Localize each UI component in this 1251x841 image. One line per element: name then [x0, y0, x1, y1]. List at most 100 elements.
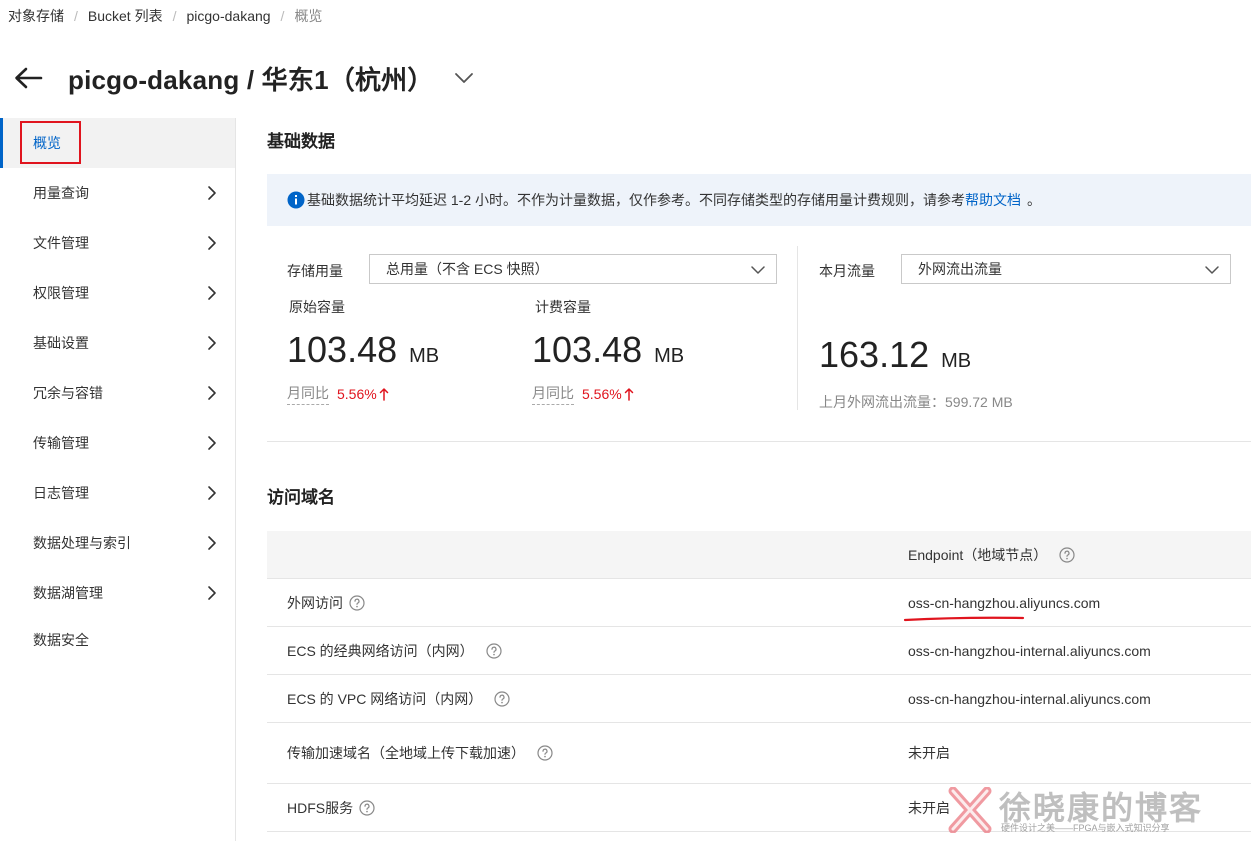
traffic-number: 163.12 — [819, 334, 930, 375]
chevron-down-icon — [751, 266, 765, 274]
yoy-label[interactable]: 月同比 — [532, 383, 574, 405]
help-icon[interactable] — [494, 690, 510, 707]
breadcrumb-separator: / — [172, 8, 177, 24]
up-arrow-icon — [379, 388, 388, 401]
yoy-label[interactable]: 月同比 — [287, 383, 329, 405]
row-endpoint[interactable]: oss-cn-hangzhou-internal.aliyuncs.com — [908, 691, 1151, 707]
sidebar-item-usage[interactable]: 用量查询 — [0, 168, 235, 218]
table-row: 外网访问 oss-cn-hangzhou.aliyuncs.com — [267, 579, 1251, 627]
row-name-text: 传输加速域名（全地域上传下载加速） — [287, 745, 525, 761]
billing-capacity-unit: MB — [654, 345, 685, 367]
help-icon[interactable] — [349, 594, 365, 611]
row-endpoint[interactable]: oss-cn-hangzhou.aliyuncs.com — [908, 595, 1100, 611]
traffic-unit: MB — [941, 350, 972, 372]
sidebar-item-label: 数据湖管理 — [33, 585, 103, 601]
billing-capacity-label: 计费容量 — [535, 299, 591, 315]
yoy-percent: 5.56% — [337, 386, 377, 402]
billing-capacity-number: 103.48 — [532, 329, 643, 370]
original-yoy: 月同比 5.56% — [287, 383, 389, 405]
row-status: 未开启 — [908, 799, 950, 816]
sidebar-item-data-lake[interactable]: 数据湖管理 — [0, 568, 235, 618]
original-capacity-number: 103.48 — [287, 329, 398, 370]
chevron-right-icon — [208, 586, 216, 600]
row-endpoint[interactable]: oss-cn-hangzhou-internal.aliyuncs.com — [908, 643, 1151, 659]
sidebar-item-redundancy[interactable]: 冗余与容错 — [0, 368, 235, 418]
sidebar-item-files[interactable]: 文件管理 — [0, 218, 235, 268]
chevron-down-icon[interactable] — [452, 66, 476, 90]
storage-type-value: 总用量（不含 ECS 快照） — [386, 261, 549, 277]
sidebar-item-label: 基础设置 — [33, 335, 89, 351]
chevron-right-icon — [208, 386, 216, 400]
page-header: picgo-dakang / 华东1（杭州） — [12, 58, 476, 98]
info-icon — [287, 191, 305, 209]
billing-capacity-value: 103.48 MB — [532, 329, 684, 371]
table-row: 传输加速域名（全地域上传下载加速） 未开启 — [267, 723, 1251, 784]
chevron-right-icon — [208, 336, 216, 350]
table-row: ECS 的经典网络访问（内网） oss-cn-hangzhou-internal… — [267, 627, 1251, 675]
row-name: ECS 的经典网络访问（内网） — [287, 641, 502, 661]
monthly-traffic-label: 本月流量 — [819, 263, 875, 279]
section-title-basic: 基础数据 — [267, 132, 335, 151]
row-name: 外网访问 — [287, 593, 365, 613]
sidebar-item-overview[interactable]: 概览 — [0, 118, 235, 168]
row-name-text: ECS 的经典网络访问（内网） — [287, 642, 474, 659]
row-name: 传输加速域名（全地域上传下载加速） — [287, 743, 553, 763]
sidebar-item-data-security[interactable]: 数据安全 — [0, 618, 235, 662]
breadcrumb-item-bucket[interactable]: picgo-dakang — [186, 8, 270, 24]
sidebar-item-label: 传输管理 — [33, 435, 89, 451]
traffic-type-select[interactable]: 外网流出流量 — [901, 254, 1231, 284]
sidebar-item-logs[interactable]: 日志管理 — [0, 468, 235, 518]
sidebar-item-label: 概览 — [33, 135, 61, 151]
breadcrumb-separator: / — [280, 8, 285, 24]
chevron-right-icon — [208, 286, 216, 300]
sidebar: 概览 用量查询 文件管理 权限管理 基础设置 冗余与容错 传输管理 日志管理 数… — [0, 118, 236, 841]
sidebar-item-data-processing[interactable]: 数据处理与索引 — [0, 518, 235, 568]
row-name: HDFS服务 — [287, 798, 375, 818]
sidebar-item-label: 数据处理与索引 — [33, 535, 131, 551]
table-header: Endpoint（地域节点） — [267, 531, 1251, 579]
chevron-down-icon — [1205, 266, 1219, 274]
billing-yoy: 月同比 5.56% — [532, 383, 634, 405]
breadcrumb-item-current: 概览 — [294, 8, 323, 24]
original-capacity-unit: MB — [409, 345, 440, 367]
domain-table: Endpoint（地域节点） 外网访问 oss-cn-hangzhou.aliy… — [267, 531, 1251, 832]
breadcrumb-item-oss[interactable]: 对象存储 — [8, 6, 64, 26]
breadcrumb-item-bucket-list[interactable]: Bucket 列表 — [88, 6, 163, 26]
chevron-right-icon — [208, 186, 216, 200]
help-icon[interactable] — [537, 745, 553, 761]
last-month-traffic: 上月外网流出流量：599.72 MB — [819, 394, 1013, 410]
sidebar-item-basic-settings[interactable]: 基础设置 — [0, 318, 235, 368]
help-icon[interactable] — [359, 799, 375, 816]
row-status: 未开启 — [908, 745, 950, 761]
row-name: ECS 的 VPC 网络访问（内网） — [287, 689, 510, 709]
sidebar-item-label: 用量查询 — [33, 185, 89, 201]
chevron-right-icon — [208, 236, 216, 250]
original-capacity-value: 103.48 MB — [287, 329, 439, 371]
back-arrow-icon[interactable] — [12, 62, 44, 94]
stats-panel: 存储用量 总用量（不含 ECS 快照） 原始容量 103.48 MB 月同比 5.… — [267, 246, 1251, 442]
sidebar-item-label: 权限管理 — [33, 285, 89, 301]
row-name-text: HDFS服务 — [287, 799, 354, 816]
help-icon[interactable] — [1059, 547, 1075, 563]
chevron-right-icon — [208, 536, 216, 550]
table-row: HDFS服务 未开启 — [267, 784, 1251, 832]
traffic-type-value: 外网流出流量 — [918, 261, 1002, 277]
notice-end: 。 — [1027, 192, 1042, 208]
sidebar-item-permissions[interactable]: 权限管理 — [0, 268, 235, 318]
header-label: Endpoint（地域节点） — [908, 547, 1048, 563]
up-arrow-icon — [624, 388, 633, 401]
storage-usage-label: 存储用量 — [287, 263, 343, 279]
sidebar-item-label: 文件管理 — [33, 235, 89, 251]
breadcrumb: 对象存储 / Bucket 列表 / picgo-dakang / 概览 — [8, 6, 322, 26]
chevron-right-icon — [208, 486, 216, 500]
row-name-text: 外网访问 — [287, 594, 343, 611]
help-doc-link[interactable]: 帮助文档 — [965, 190, 1021, 210]
stats-divider — [797, 246, 798, 410]
help-icon[interactable] — [486, 642, 502, 659]
sidebar-item-label: 日志管理 — [33, 485, 89, 501]
chevron-right-icon — [208, 436, 216, 450]
section-title-domains: 访问域名 — [267, 488, 335, 507]
sidebar-item-transfer[interactable]: 传输管理 — [0, 418, 235, 468]
notice-text: 基础数据统计平均延迟 1-2 小时。不作为计量数据，仅作参考。不同存储类型的存储… — [307, 192, 966, 208]
storage-type-select[interactable]: 总用量（不含 ECS 快照） — [369, 254, 777, 284]
